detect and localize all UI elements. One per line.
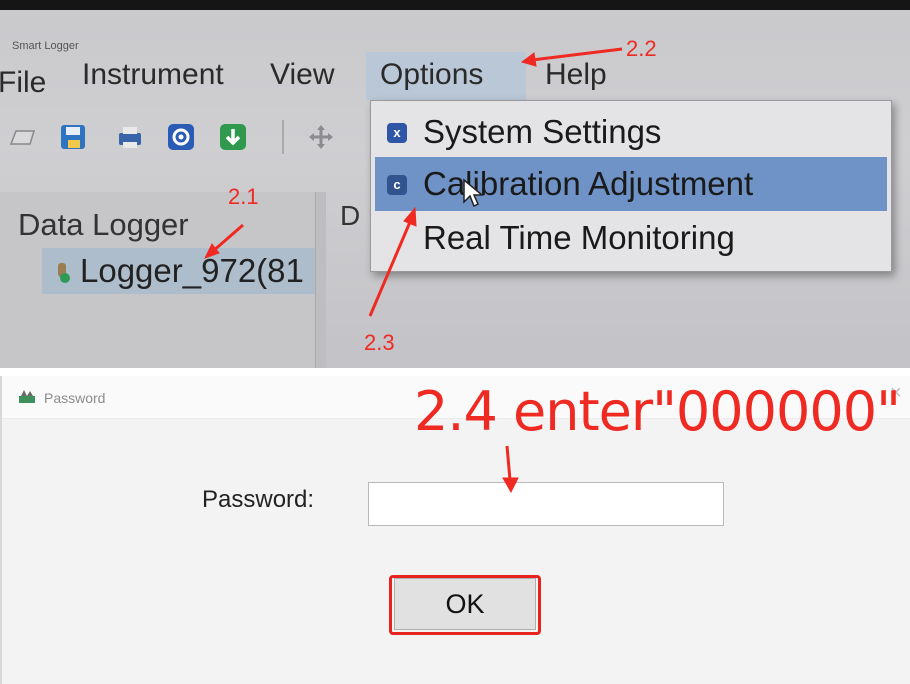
menu-help[interactable]: Help [545, 58, 607, 92]
menu-item-label: System Settings [423, 113, 662, 150]
content-header-fragment: D [340, 200, 361, 231]
menu-bar: File Instrument View Options Help [0, 52, 910, 102]
dialog-title: Password [44, 390, 106, 406]
menu-item-label: Real Time Monitoring [423, 219, 735, 256]
menu-view[interactable]: View [270, 58, 334, 92]
sidebar-title: Data Logger [18, 207, 189, 242]
toolbar [0, 112, 380, 162]
menu-instrument[interactable]: Instrument [82, 58, 224, 92]
image-separator [0, 368, 910, 376]
app-icon [18, 388, 36, 404]
print-icon[interactable] [115, 122, 145, 152]
menu-item-calibration-adjustment[interactable]: c Calibration Adjustment [375, 157, 887, 211]
save-icon[interactable] [58, 122, 88, 152]
menu-item-real-time-monitoring[interactable]: Real Time Monitoring [371, 211, 891, 265]
annotation-step-2-4: 2.4 enter"000000" [414, 380, 901, 443]
mouse-cursor-icon [462, 178, 485, 208]
logger-icon [52, 262, 74, 284]
sidebar: Data Logger Logger_972(81 [0, 192, 315, 368]
toolbar-separator [282, 120, 284, 154]
photo-edge [0, 0, 910, 10]
menu-options[interactable]: Options [380, 58, 483, 92]
panel-divider[interactable] [315, 192, 326, 368]
calibration-icon: c [387, 175, 407, 195]
menu-item-system-settings[interactable]: x System Settings [371, 105, 891, 159]
system-settings-icon: x [387, 123, 407, 143]
open-icon[interactable] [8, 122, 38, 152]
sidebar-item-label: Logger_972(81 [80, 252, 304, 289]
annotation-step-2-1: 2.1 [228, 184, 259, 209]
options-dropdown: x System Settings c Calibration Adjustme… [370, 100, 892, 272]
move-icon[interactable] [306, 122, 336, 152]
annotation-step-2-3: 2.3 [364, 330, 395, 355]
sidebar-item-logger[interactable]: Logger_972(81 [42, 248, 315, 294]
app-title: Smart Logger [12, 40, 79, 52]
download-icon[interactable] [218, 122, 248, 152]
annotation-step-2-2: 2.2 [626, 36, 657, 61]
password-label: Password: [202, 486, 315, 513]
settings-icon[interactable] [166, 122, 196, 152]
menu-file[interactable]: File [0, 66, 46, 100]
password-input[interactable] [368, 482, 724, 526]
app-window: Smart Logger File Instrument View Option… [0, 0, 910, 368]
ok-button[interactable]: OK [394, 578, 536, 630]
